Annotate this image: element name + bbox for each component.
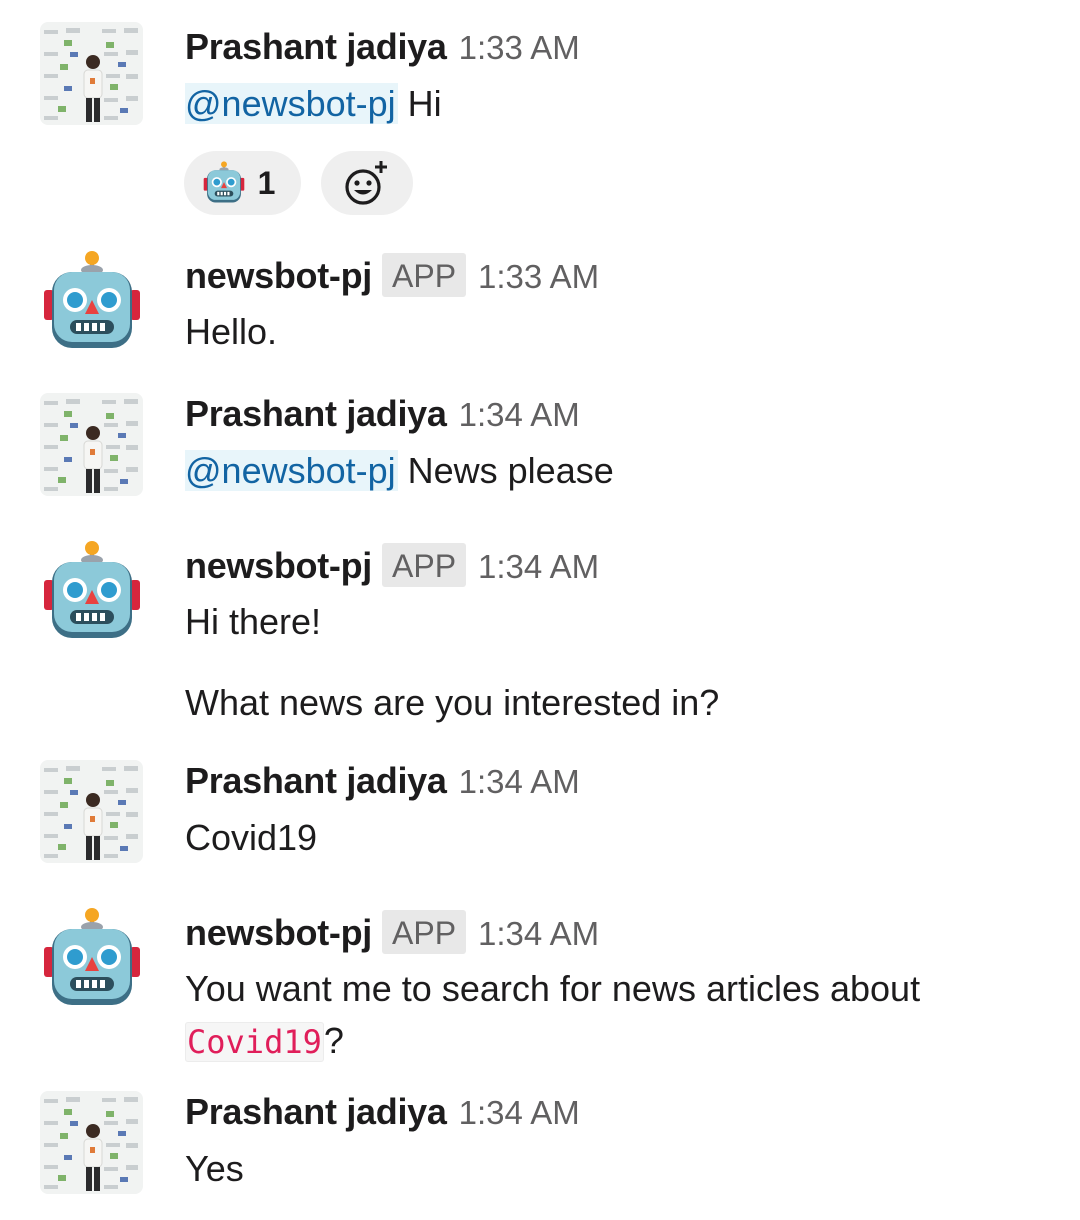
user-avatar[interactable] (40, 760, 143, 863)
add-reaction-icon (345, 159, 389, 205)
message-text: Covid19 (185, 817, 318, 858)
timestamp[interactable]: 1:34 AM (459, 396, 580, 434)
timestamp[interactable]: 1:33 AM (459, 29, 580, 67)
message-text: What news are you interested in? (185, 682, 720, 723)
inline-code: Covid19 (185, 1022, 324, 1062)
author-name[interactable]: newsbot-pj (185, 545, 372, 587)
timestamp[interactable]: 1:34 AM (478, 548, 599, 586)
app-badge: APP (382, 910, 467, 954)
reaction-bar: 1 (184, 151, 413, 215)
add-reaction-button[interactable] (321, 151, 413, 215)
message-text: @newsbot-pj News please (185, 450, 614, 491)
mention-link[interactable]: @newsbot-pj (185, 450, 398, 491)
app-badge: APP (382, 253, 467, 297)
message-text: You want me to search for news articles … (185, 968, 921, 1062)
author-name[interactable]: Prashant jadiya (185, 1091, 447, 1133)
message-text: Hi there! (185, 601, 322, 642)
author-name[interactable]: Prashant jadiya (185, 760, 447, 802)
author-name[interactable]: newsbot-pj (185, 255, 372, 297)
bot-avatar[interactable] (40, 540, 144, 644)
robot-face-icon (202, 161, 246, 205)
reaction-count: 1 (257, 164, 276, 201)
reaction-robot[interactable]: 1 (184, 151, 301, 215)
author-name[interactable]: Prashant jadiya (185, 26, 447, 68)
timestamp[interactable]: 1:34 AM (459, 763, 580, 801)
message-text: Hello. (185, 311, 278, 352)
app-badge: APP (382, 543, 467, 587)
user-avatar[interactable] (40, 22, 143, 125)
user-avatar[interactable] (40, 1091, 143, 1194)
message-text: @newsbot-pj Hi (185, 83, 442, 124)
bot-avatar[interactable] (40, 250, 144, 354)
message-text: Yes (185, 1148, 244, 1189)
timestamp[interactable]: 1:34 AM (459, 1094, 580, 1132)
author-name[interactable]: newsbot-pj (185, 912, 372, 954)
author-name[interactable]: Prashant jadiya (185, 393, 447, 435)
user-avatar[interactable] (40, 393, 143, 496)
timestamp[interactable]: 1:34 AM (478, 915, 599, 953)
bot-avatar[interactable] (40, 907, 144, 1011)
timestamp[interactable]: 1:33 AM (478, 258, 599, 296)
mention-link[interactable]: @newsbot-pj (185, 83, 398, 124)
